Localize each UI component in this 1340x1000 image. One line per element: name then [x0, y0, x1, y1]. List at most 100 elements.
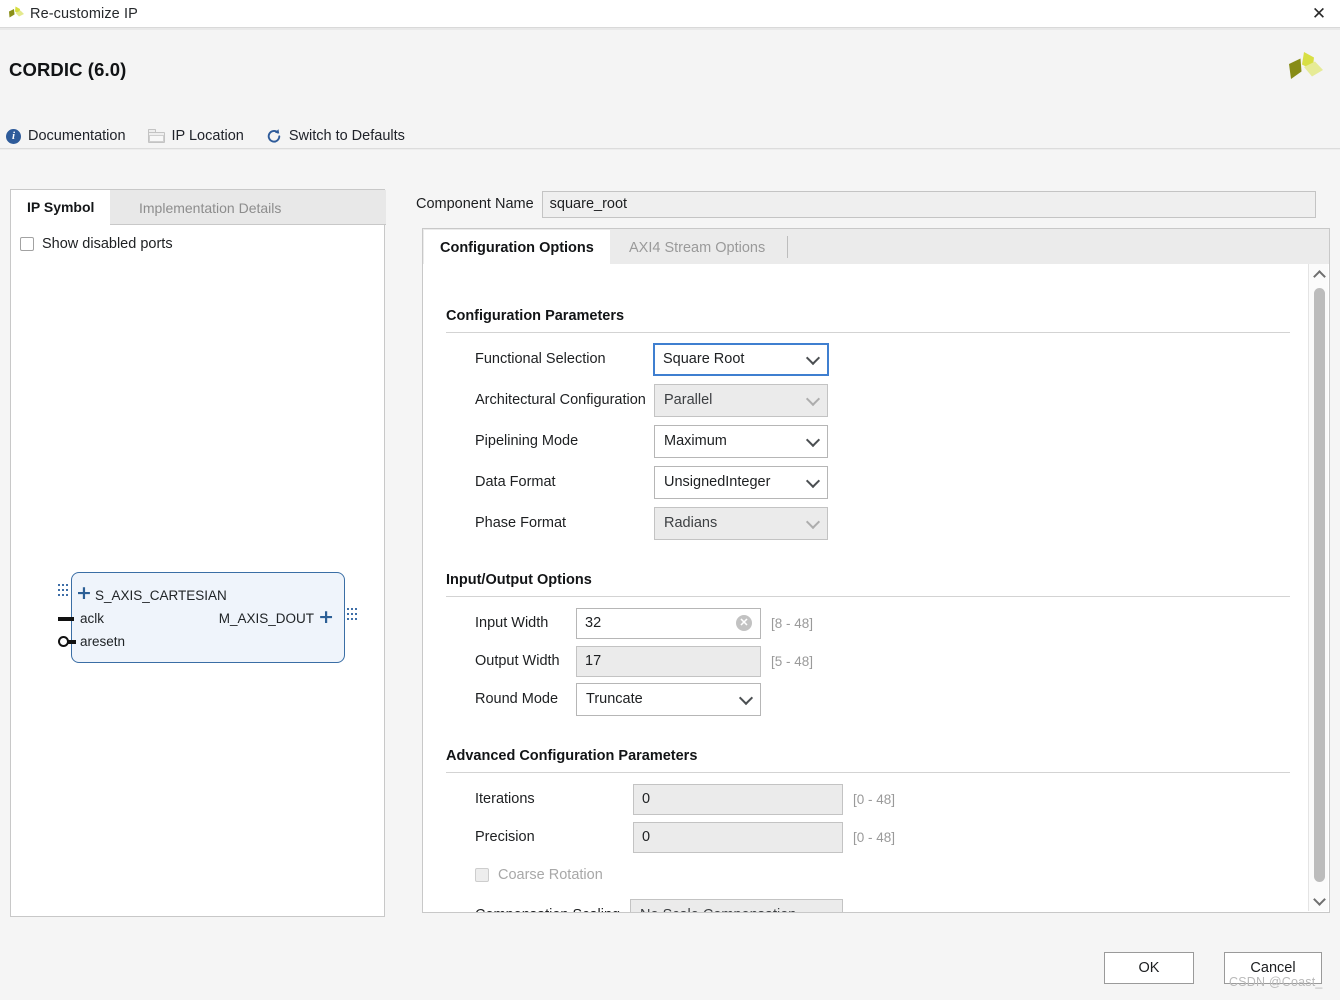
select-round-mode[interactable]: Truncate: [576, 682, 761, 716]
field-row-pipelining-mode: Pipelining Mode Maximum: [475, 424, 1275, 458]
port-label-aclk: aclk: [80, 611, 105, 626]
window-title: Re-customize IP: [30, 5, 138, 22]
field-row-round-mode: Round Mode Truncate: [475, 682, 1275, 716]
label-compensation-scaling: Compensation Scaling: [475, 907, 628, 912]
select-compensation-scaling-value: No Scale Compensation: [640, 907, 796, 912]
documentation-label: Documentation: [28, 128, 126, 144]
label-functional-selection: Functional Selection: [475, 351, 606, 367]
section-title-configuration-parameters: Configuration Parameters: [446, 308, 625, 324]
clear-icon[interactable]: ✕: [736, 615, 752, 631]
label-coarse-rotation: Coarse Rotation: [498, 867, 603, 883]
input-width-range: [8 - 48]: [771, 615, 814, 631]
select-round-mode-value: Truncate: [586, 691, 643, 707]
select-compensation-scaling: No Scale Compensation: [630, 898, 843, 912]
chevron-down-icon: [805, 514, 821, 530]
expand-m-axis-dout-icon[interactable]: +: [318, 608, 334, 627]
ip-symbol-diagram: + S_AXIS_CARTESIAN aclk aresetn M_AXIS_D…: [58, 572, 358, 670]
label-output-width: Output Width: [475, 653, 560, 669]
select-architectural-configuration-value: Parallel: [664, 392, 713, 408]
iterations-value: 0: [642, 791, 651, 807]
section-rule-advanced: [446, 772, 1290, 773]
field-row-functional-selection: Functional Selection Square Root: [475, 342, 1275, 376]
left-panel-tabstrip: IP Symbol Implementation Details: [11, 190, 386, 225]
dialog-body: IP Symbol Implementation Details Show di…: [0, 150, 1340, 935]
documentation-button[interactable]: i Documentation: [6, 124, 126, 148]
field-row-precision: Precision 0 [0 - 48]: [475, 820, 1275, 854]
label-phase-format: Phase Format: [475, 515, 567, 531]
bus-connector-in-icon: [58, 584, 69, 601]
ip-symbol-panel: IP Symbol Implementation Details Show di…: [10, 189, 386, 917]
select-functional-selection[interactable]: Square Root: [653, 342, 829, 376]
iterations-range: [0 - 48]: [853, 791, 896, 807]
field-row-coarse-rotation: Coarse Rotation: [475, 858, 875, 892]
output-width-field: 17: [576, 645, 761, 677]
ip-location-label: IP Location: [171, 128, 244, 144]
dialog-footer: OK Cancel: [0, 935, 1340, 1000]
tabstrip-divider: [787, 236, 788, 258]
section-title-advanced-configuration-parameters: Advanced Configuration Parameters: [446, 748, 698, 764]
scroll-up-icon[interactable]: [1309, 265, 1329, 283]
scroll-down-icon[interactable]: [1309, 892, 1329, 910]
vertical-scrollbar[interactable]: [1308, 264, 1328, 911]
configuration-panel: Component Name square_root Configuration…: [416, 150, 1330, 925]
port-label-s-axis-cartesian: S_AXIS_CARTESIAN: [95, 588, 227, 603]
tab-axi4-stream-options[interactable]: AXI4 Stream Options: [613, 230, 781, 265]
options-tabstrip: Configuration Options AXI4 Stream Option…: [422, 228, 1330, 266]
options-tabpanel: Configuration Options AXI4 Stream Option…: [422, 228, 1330, 913]
options-scroll-viewport: Configuration Parameters Functional Sele…: [422, 264, 1330, 913]
bus-connector-out-icon: [347, 608, 358, 625]
recustomize-ip-dialog: Re-customize IP ✕ CORDIC (6.0) i Documen…: [0, 0, 1340, 1000]
select-data-format[interactable]: UnsignedInteger: [654, 465, 828, 499]
section-rule-io: [446, 596, 1290, 597]
clock-port-stub-icon: [58, 617, 74, 621]
options-scroll-content: Configuration Parameters Functional Sele…: [423, 264, 1308, 912]
tab-axi4-stream-options-label: AXI4 Stream Options: [629, 239, 766, 256]
ok-button[interactable]: OK: [1104, 952, 1194, 984]
tab-ip-symbol[interactable]: IP Symbol: [11, 190, 111, 225]
xilinx-brand-logo-icon: [1282, 48, 1326, 92]
tab-implementation-details[interactable]: Implementation Details: [123, 190, 297, 225]
tab-ip-symbol-label: IP Symbol: [27, 199, 95, 215]
precision-value: 0: [642, 829, 651, 845]
scrollbar-thumb[interactable]: [1314, 288, 1325, 882]
coarse-rotation-checkbox: Coarse Rotation: [475, 867, 603, 883]
chevron-down-icon: [805, 432, 821, 448]
close-icon[interactable]: ✕: [1306, 2, 1332, 24]
iterations-field: 0: [633, 783, 843, 815]
input-width-field[interactable]: 32 ✕: [576, 607, 761, 639]
section-rule-configuration: [446, 332, 1290, 333]
chevron-down-icon: [805, 473, 821, 489]
checkbox-box-icon: [475, 868, 489, 882]
expand-s-axis-cartesian-icon[interactable]: +: [76, 584, 92, 603]
chevron-down-icon: [738, 690, 754, 706]
component-name-row: Component Name square_root: [416, 190, 1330, 218]
info-icon: i: [6, 128, 21, 144]
field-row-phase-format: Phase Format Radians: [475, 506, 1275, 540]
select-phase-format-value: Radians: [664, 515, 718, 531]
tab-implementation-details-label: Implementation Details: [139, 199, 282, 216]
tab-configuration-options[interactable]: Configuration Options: [424, 230, 610, 266]
switch-to-defaults-label: Switch to Defaults: [288, 128, 405, 144]
window-titlebar: Re-customize IP ✕: [0, 0, 1340, 27]
reset-port-stub-icon: [58, 636, 76, 647]
port-label-aresetn: aresetn: [80, 634, 126, 649]
select-pipelining-mode[interactable]: Maximum: [654, 424, 828, 458]
switch-to-defaults-button[interactable]: Switch to Defaults: [266, 124, 405, 148]
tab-configuration-options-label: Configuration Options: [440, 240, 594, 256]
label-architectural-configuration: Architectural Configuration: [475, 392, 646, 408]
input-width-value: 32: [585, 615, 602, 631]
select-data-format-value: UnsignedInteger: [664, 474, 771, 490]
field-row-architectural-configuration: Architectural Configuration Parallel: [475, 383, 1275, 417]
show-disabled-ports-checkbox[interactable]: Show disabled ports: [20, 236, 173, 252]
label-precision: Precision: [475, 829, 535, 845]
output-width-range: [5 - 48]: [771, 653, 814, 669]
label-input-width: Input Width: [475, 615, 549, 631]
folder-icon: [147, 129, 165, 143]
chevron-down-icon: [805, 391, 821, 407]
header-toolbar: i Documentation IP Location Switch to De…: [6, 124, 427, 148]
ip-location-button[interactable]: IP Location: [147, 124, 244, 148]
cancel-button[interactable]: Cancel: [1224, 952, 1322, 984]
precision-field: 0: [633, 821, 843, 853]
component-name-input[interactable]: square_root: [541, 190, 1316, 218]
select-functional-selection-value: Square Root: [663, 351, 745, 367]
